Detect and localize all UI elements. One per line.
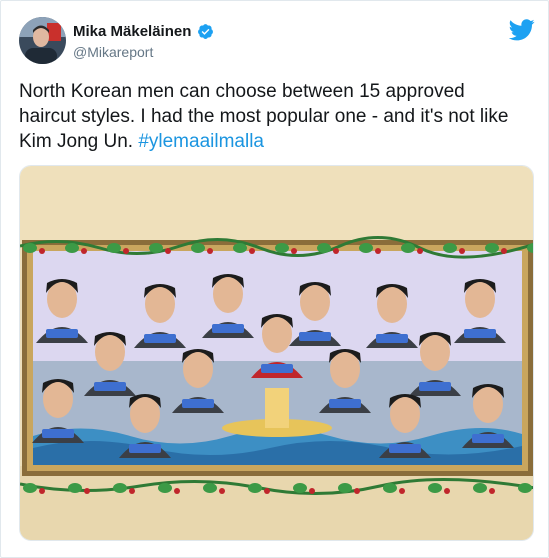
tweet-text: North Korean men can choose between 15 a… — [19, 79, 519, 154]
leaf-decoration — [485, 243, 499, 253]
berry-decoration — [207, 248, 213, 254]
leaf-decoration — [233, 243, 247, 253]
berry-decoration — [39, 248, 45, 254]
berry-decoration — [417, 248, 423, 254]
leaf-decoration — [248, 483, 262, 493]
leaf-decoration — [338, 483, 352, 493]
berry-decoration — [375, 248, 381, 254]
leaf-decoration — [23, 483, 37, 493]
leaf-decoration — [113, 483, 127, 493]
leaf-decoration — [107, 243, 121, 253]
berry-decoration — [39, 488, 45, 494]
leaf-decoration — [23, 243, 37, 253]
leaf-decoration — [473, 483, 487, 493]
berry-decoration — [459, 248, 465, 254]
leaf-decoration — [65, 243, 79, 253]
berry-decoration — [84, 488, 90, 494]
author-name[interactable]: Mika Mäkeläinen — [73, 23, 191, 40]
tweet-photo[interactable] — [19, 165, 534, 541]
leaf-decoration — [191, 243, 205, 253]
leaf-decoration — [275, 243, 289, 253]
berry-decoration — [264, 488, 270, 494]
berry-decoration — [489, 488, 495, 494]
leaf-decoration — [293, 483, 307, 493]
berry-decoration — [129, 488, 135, 494]
berry-decoration — [501, 248, 507, 254]
leaf-decoration — [317, 243, 331, 253]
verified-badge-icon — [198, 24, 213, 39]
tweet-card: Mika Mäkeläinen @Mikareport North Korean… — [0, 0, 549, 558]
berry-decoration — [123, 248, 129, 254]
berry-decoration — [219, 488, 225, 494]
leaf-decoration — [158, 483, 172, 493]
berry-decoration — [399, 488, 405, 494]
berry-decoration — [444, 488, 450, 494]
leaf-decoration — [359, 243, 373, 253]
leaf-decoration — [401, 243, 415, 253]
author-avatar[interactable] — [19, 17, 66, 64]
berry-decoration — [249, 248, 255, 254]
berry-decoration — [354, 488, 360, 494]
author-handle[interactable]: @Mikareport — [73, 44, 153, 60]
twitter-bird-icon[interactable] — [509, 19, 535, 41]
leaf-decoration — [518, 483, 532, 493]
leaf-decoration — [68, 483, 82, 493]
berry-decoration — [333, 248, 339, 254]
leaf-decoration — [428, 483, 442, 493]
leaf-decoration — [149, 243, 163, 253]
leaf-decoration — [383, 483, 397, 493]
berry-decoration — [174, 488, 180, 494]
leaf-decoration — [203, 483, 217, 493]
leaf-decoration — [443, 243, 457, 253]
berry-decoration — [291, 248, 297, 254]
berry-decoration — [81, 248, 87, 254]
hashtag-link[interactable]: #ylemaailmalla — [138, 131, 264, 152]
berry-decoration — [165, 248, 171, 254]
berry-decoration — [309, 488, 315, 494]
